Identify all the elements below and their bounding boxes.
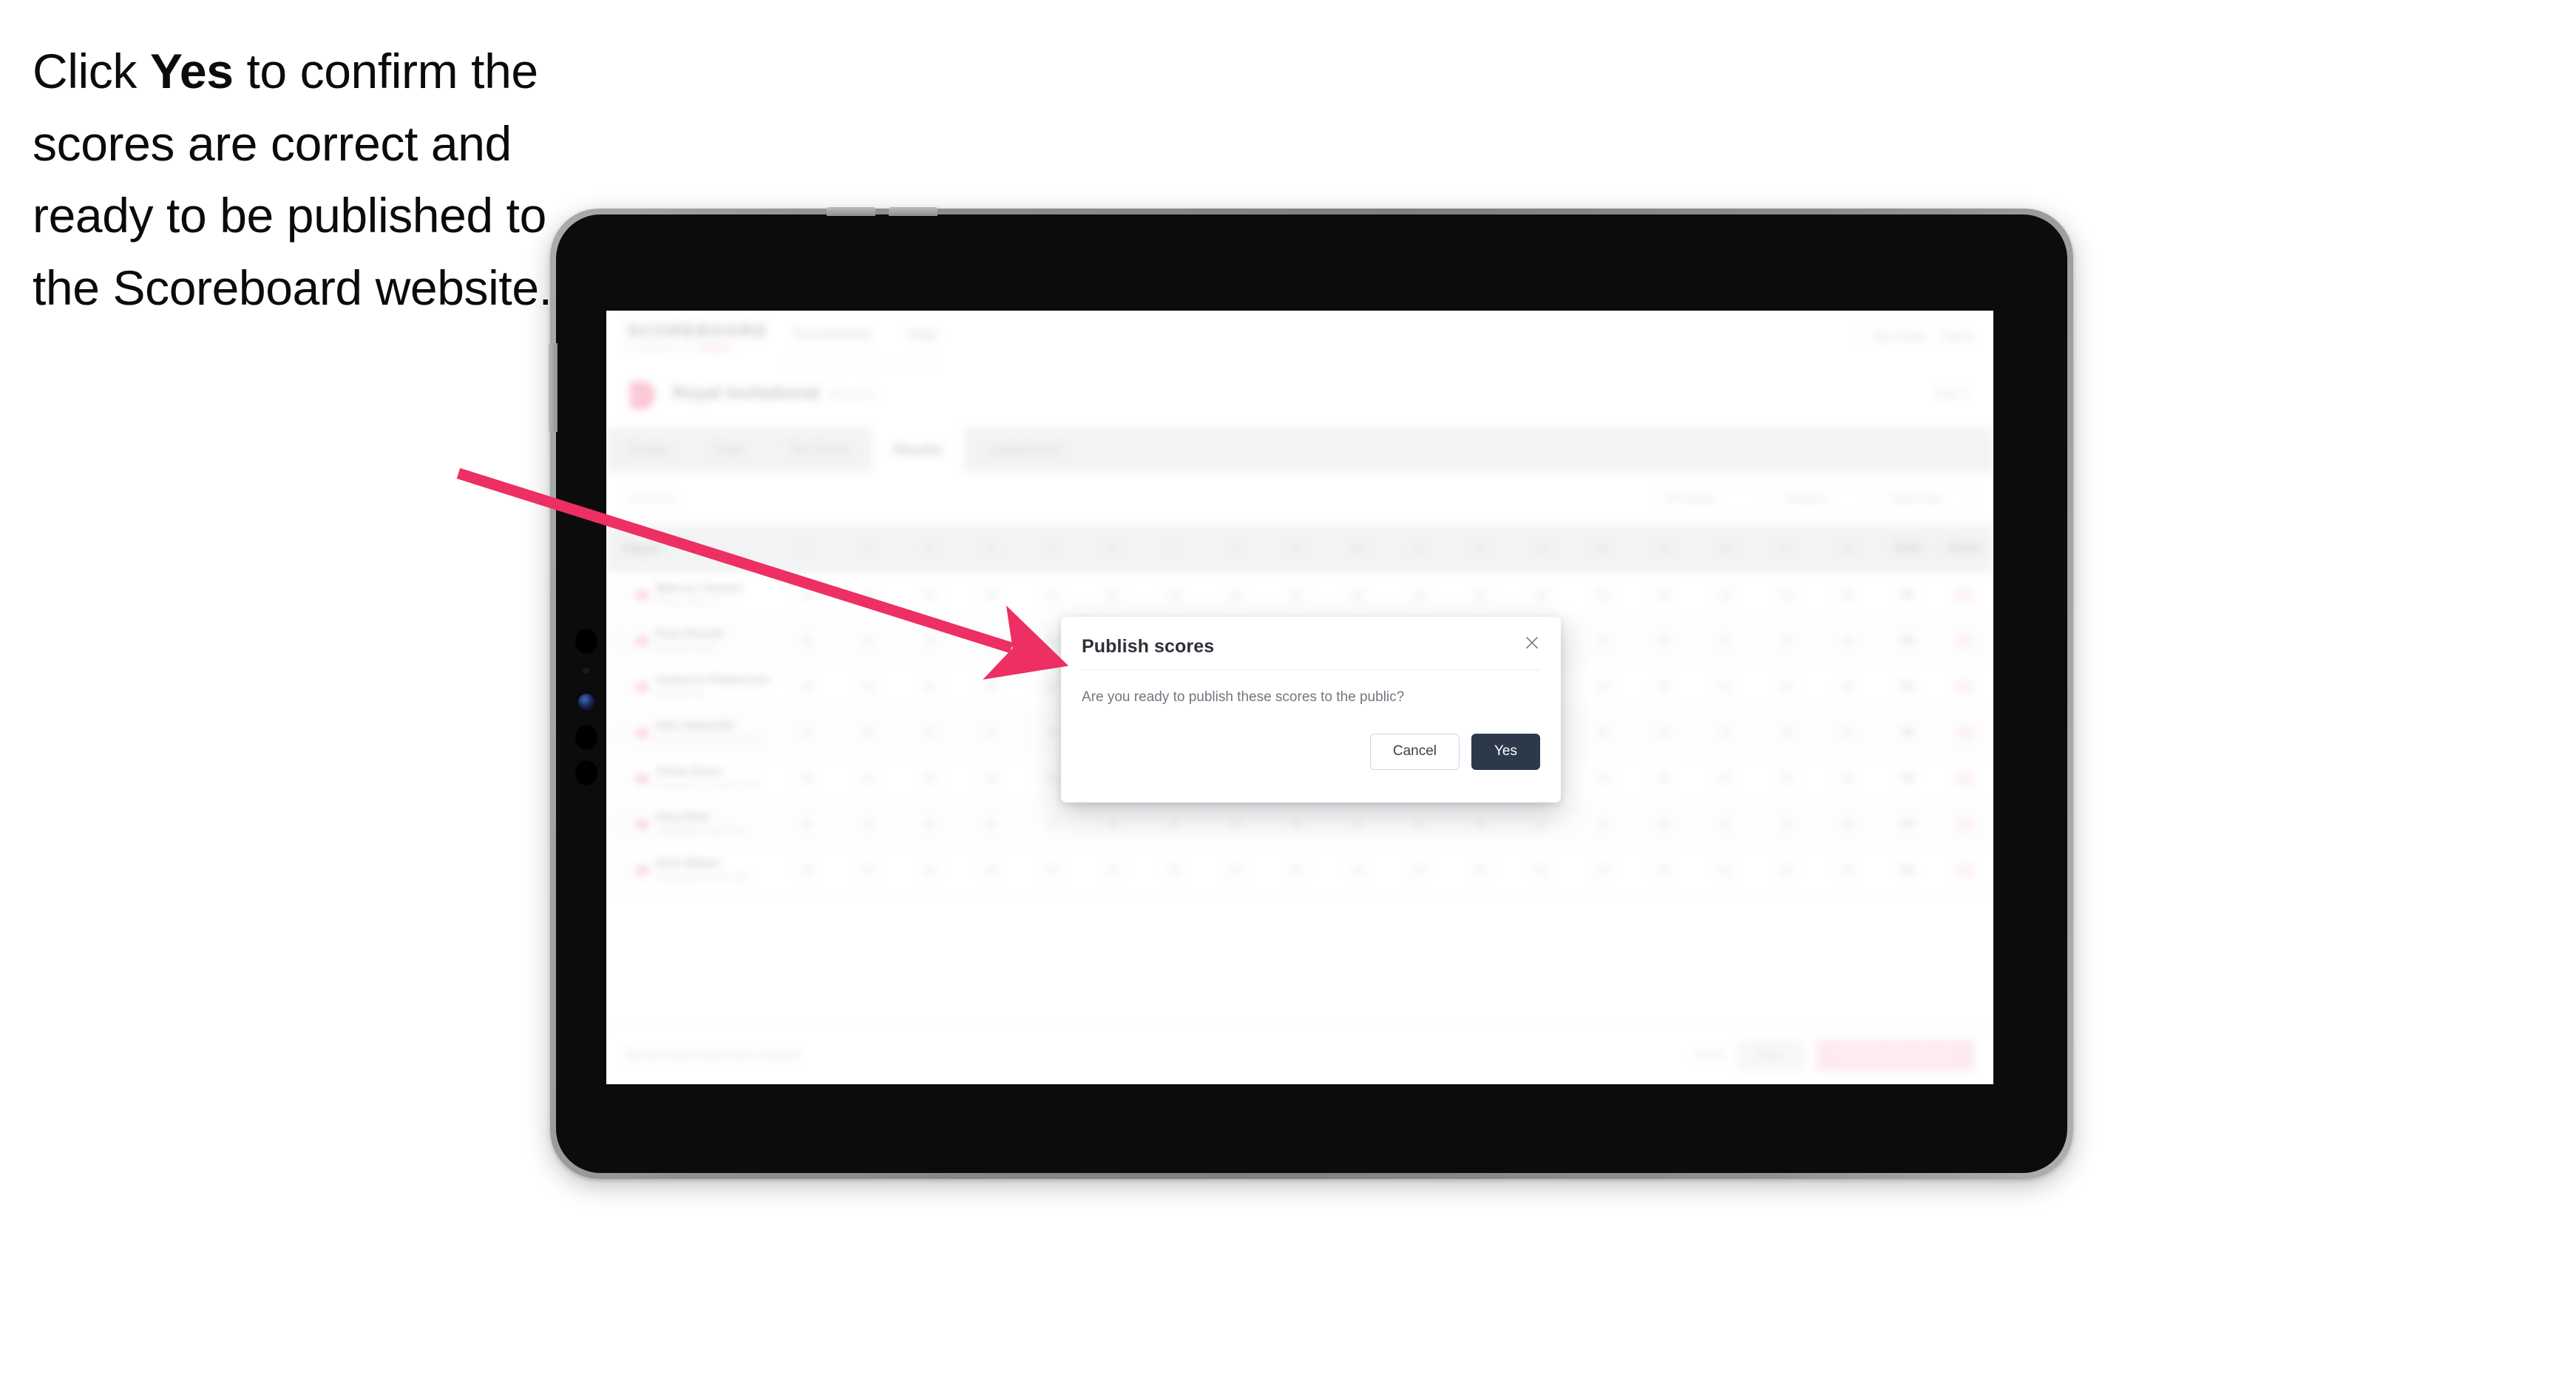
dialog-header: Publish scores	[1061, 617, 1561, 670]
page-root: Click Yes to confirm the scores are corr…	[0, 0, 2576, 1386]
yes-button[interactable]: Yes	[1471, 734, 1540, 770]
camera-lens-secondary-icon	[575, 725, 597, 750]
front-camera-icon	[578, 694, 594, 710]
caption-emphasis: Yes	[149, 44, 234, 98]
sensor-dot-icon	[583, 667, 589, 674]
tablet-body: SCOREBOARD POWERED BY GOLF Tournaments H…	[549, 207, 2067, 1173]
caption-text-before: Click	[33, 44, 150, 98]
dialog-message: Are you ready to publish these scores to…	[1082, 689, 1405, 705]
volume-down-button[interactable]	[889, 207, 938, 216]
tablet-screen: SCOREBOARD POWERED BY GOLF Tournaments H…	[606, 311, 1993, 1084]
camera-lens-tertiary-icon	[575, 760, 597, 785]
dialog-title-rule	[1082, 669, 1540, 670]
dialog-title: Publish scores	[1082, 636, 1215, 657]
instruction-caption: Click Yes to confirm the scores are corr…	[33, 36, 580, 325]
dialog-footer: Cancel Yes	[1061, 706, 1561, 770]
cancel-button[interactable]: Cancel	[1369, 734, 1460, 770]
power-button[interactable]	[549, 343, 557, 432]
volume-up-button[interactable]	[827, 207, 875, 216]
publish-scores-dialog: Publish scores Are you ready to publish …	[1061, 617, 1561, 802]
tablet-device: SCOREBOARD POWERED BY GOLF Tournaments H…	[549, 207, 2073, 1179]
camera-lens-icon	[575, 629, 597, 654]
close-icon[interactable]	[1519, 630, 1545, 655]
